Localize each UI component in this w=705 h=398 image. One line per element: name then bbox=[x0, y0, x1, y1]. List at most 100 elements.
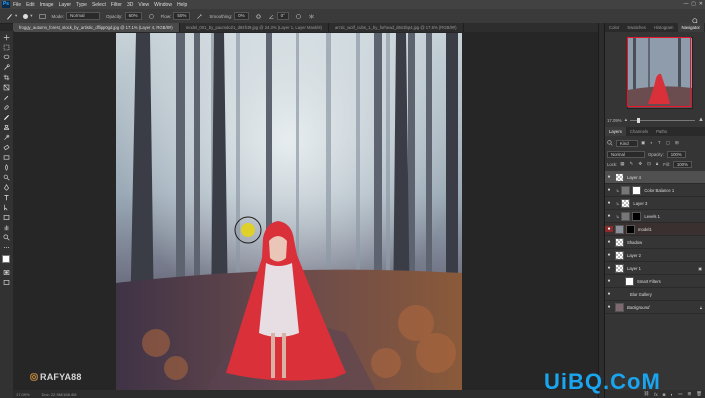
layer-row[interactable]: ● Layer 4 bbox=[605, 171, 705, 184]
menu-help[interactable]: Help bbox=[177, 2, 187, 8]
brush-settings-toggle[interactable] bbox=[38, 13, 46, 20]
visibility-eye-icon[interactable]: ● bbox=[605, 174, 613, 180]
eraser-tool-icon[interactable] bbox=[3, 144, 10, 151]
lock-icons[interactable]: ▦ ✎ ✥ ⊡ 🔒︎ bbox=[620, 161, 660, 167]
navigator-view-box[interactable] bbox=[627, 37, 691, 107]
lasso-tool-icon[interactable] bbox=[3, 54, 10, 61]
layer-row[interactable]: ● Background 🔒︎ bbox=[605, 301, 705, 314]
smoothing-options[interactable] bbox=[255, 13, 262, 20]
layer-row[interactable]: ● ↳ Color Balance 1 bbox=[605, 184, 705, 197]
layer-row[interactable]: ● Layer 1 ▣ bbox=[605, 262, 705, 275]
document-canvas[interactable] bbox=[116, 33, 462, 391]
status-zoom[interactable]: 17.09% bbox=[16, 392, 30, 397]
layer-row[interactable]: ● ↳ Levels 1 bbox=[605, 210, 705, 223]
dodge-tool-icon[interactable] bbox=[3, 174, 10, 181]
layer-name[interactable]: Background bbox=[627, 305, 649, 310]
brush-tool-icon[interactable] bbox=[3, 114, 10, 121]
layer-row[interactable]: ● Blur Gallery bbox=[605, 288, 705, 301]
layer-name[interactable]: Levels 1 bbox=[644, 214, 660, 219]
layer-mask-thumbnail[interactable] bbox=[626, 224, 635, 234]
opacity-field[interactable]: 60% bbox=[124, 12, 142, 20]
zoom-out-icon[interactable]: ▴ bbox=[625, 117, 628, 123]
visibility-eye-icon[interactable]: ● bbox=[605, 291, 613, 297]
menu-image[interactable]: Image bbox=[40, 2, 54, 8]
doc-tab-forest[interactable]: froggy_autumn_forest_stock_by_artistic_d… bbox=[13, 23, 180, 32]
foreground-color-swatch[interactable] bbox=[2, 255, 10, 263]
layer-name[interactable]: Layer 2 bbox=[627, 253, 641, 258]
kind-filter-select[interactable]: Kind bbox=[616, 139, 638, 147]
visibility-eye-icon[interactable]: ● bbox=[605, 187, 613, 193]
layer-name[interactable]: Shadow bbox=[627, 240, 642, 245]
tab-navigator[interactable]: Navigator bbox=[677, 23, 704, 32]
add-mask-icon[interactable]: ◙ bbox=[663, 392, 666, 397]
layer-row[interactable]: ● Layer 2 bbox=[605, 249, 705, 262]
zoom-in-icon[interactable]: ▲ bbox=[698, 117, 704, 123]
layer-row[interactable]: ● Shadow bbox=[605, 236, 705, 249]
nav-zoom-value[interactable]: 17.09% bbox=[607, 118, 622, 123]
layer-name[interactable]: Blur Gallery bbox=[630, 292, 652, 297]
healing-brush-tool-icon[interactable] bbox=[3, 104, 10, 111]
blur-tool-icon[interactable] bbox=[3, 164, 10, 171]
mode-select[interactable]: Normal bbox=[66, 12, 101, 20]
smart-filter-mask[interactable] bbox=[625, 276, 634, 286]
more-tools-icon[interactable] bbox=[3, 244, 10, 251]
pressure-size-toggle[interactable] bbox=[295, 13, 302, 20]
layer-name[interactable]: Smart Filters bbox=[637, 279, 661, 284]
tab-histogram[interactable]: Histogram bbox=[650, 23, 678, 32]
pressure-opacity-toggle[interactable] bbox=[148, 13, 155, 20]
layer-name[interactable]: Layer 3 bbox=[633, 201, 647, 206]
brush-tool-preset[interactable]: ▾ bbox=[6, 13, 17, 20]
frame-tool-icon[interactable] bbox=[3, 84, 10, 91]
tab-layers[interactable]: Layers bbox=[605, 127, 626, 136]
visibility-eye-icon[interactable]: ● bbox=[605, 278, 613, 284]
hand-tool-icon[interactable] bbox=[3, 224, 10, 231]
visibility-eye-icon[interactable]: ● bbox=[605, 200, 613, 206]
visibility-eye-icon[interactable]: ● bbox=[605, 265, 613, 271]
layer-name[interactable]: model1 bbox=[638, 227, 652, 232]
quick-mask-icon[interactable] bbox=[3, 269, 10, 276]
layer-opacity-field[interactable]: 100% bbox=[666, 150, 686, 158]
trash-icon[interactable]: 🗑︎ bbox=[696, 391, 702, 397]
tab-paths[interactable]: Paths bbox=[652, 127, 671, 136]
layer-name[interactable]: Layer 1 bbox=[627, 266, 641, 271]
symmetry-toggle[interactable] bbox=[308, 13, 315, 20]
window-controls[interactable]: — ▢ ✕ bbox=[684, 1, 703, 7]
layer-row[interactable]: ● Smart Filters bbox=[605, 275, 705, 288]
crop-tool-icon[interactable] bbox=[3, 74, 10, 81]
move-tool-icon[interactable] bbox=[3, 34, 10, 41]
angle-field[interactable]: 0° bbox=[276, 12, 289, 20]
layer-mask-thumbnail[interactable] bbox=[632, 185, 642, 195]
doc-tab-model[interactable]: model_001_by_paumdo21_d84fct9.jpg @ 24.3… bbox=[180, 23, 329, 32]
menu-filter[interactable]: Filter bbox=[111, 2, 122, 8]
visibility-eye-icon[interactable]: ● bbox=[605, 239, 613, 245]
visibility-eye-icon[interactable]: ● bbox=[605, 252, 613, 258]
adjustment-layer-icon[interactable]: ◐ bbox=[671, 392, 674, 397]
quick-select-tool-icon[interactable] bbox=[3, 64, 10, 71]
layer-row[interactable]: ● model1 bbox=[605, 223, 705, 236]
visibility-eye-icon[interactable]: ● bbox=[605, 213, 613, 219]
clone-stamp-tool-icon[interactable] bbox=[3, 124, 10, 131]
menu-3d[interactable]: 3D bbox=[127, 2, 133, 8]
menu-type[interactable]: Type bbox=[76, 2, 87, 8]
screen-mode-icon[interactable] bbox=[3, 279, 10, 286]
fill-field[interactable]: 100% bbox=[672, 160, 692, 168]
visibility-eye-icon[interactable]: ● bbox=[605, 304, 613, 310]
tab-swatches[interactable]: Swatches bbox=[623, 23, 650, 32]
tab-color[interactable]: Color bbox=[605, 23, 623, 32]
blend-mode-select[interactable]: Normal bbox=[607, 150, 645, 158]
tab-channels[interactable]: Channels bbox=[626, 127, 652, 136]
flow-field[interactable]: 50% bbox=[173, 12, 191, 20]
history-brush-tool-icon[interactable] bbox=[3, 134, 10, 141]
zoom-slider-knob[interactable] bbox=[636, 117, 640, 123]
filter-icons[interactable]: ▣ ◐ T ▢ ⊞ bbox=[641, 140, 681, 146]
brush-size-picker[interactable]: ▾ bbox=[23, 13, 33, 19]
marquee-tool-icon[interactable] bbox=[3, 44, 10, 51]
path-selection-tool-icon[interactable] bbox=[3, 204, 10, 211]
layer-row[interactable]: ● ↳ Layer 3 bbox=[605, 197, 705, 210]
new-group-icon[interactable]: ▭ bbox=[678, 391, 682, 397]
airbrush-toggle[interactable] bbox=[196, 13, 203, 20]
layer-name[interactable]: Layer 4 bbox=[627, 175, 641, 180]
menu-file[interactable]: File bbox=[13, 2, 21, 8]
pen-tool-icon[interactable] bbox=[3, 184, 10, 191]
type-tool-icon[interactable] bbox=[3, 194, 10, 201]
